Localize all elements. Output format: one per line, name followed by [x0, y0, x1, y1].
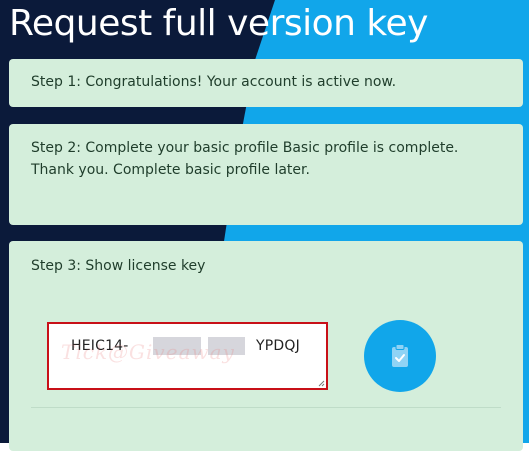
resize-handle-icon[interactable]	[318, 380, 325, 387]
license-key-prefix: HEIC14-	[71, 338, 129, 354]
license-key-suffix: YPDQJ	[256, 338, 300, 354]
step-2-text: Step 2: Complete your basic profile Basi…	[31, 140, 459, 178]
step-2-card: Step 2: Complete your basic profile Basi…	[9, 124, 523, 225]
clipboard-check-icon	[392, 344, 408, 367]
redaction-block	[208, 337, 245, 355]
redaction-block	[153, 337, 201, 355]
step-1-text: Step 1: Congratulations! Your account is…	[31, 74, 397, 90]
copy-license-button[interactable]	[364, 320, 436, 392]
divider	[31, 407, 501, 408]
step-1-card: Step 1: Congratulations! Your account is…	[9, 59, 523, 107]
step-3-card: Step 3: Show license key HEIC14- YPDQJ T…	[9, 241, 523, 451]
page-title: Request full version key	[9, 3, 428, 44]
step-3-text: Step 3: Show license key	[31, 258, 206, 274]
license-key-field[interactable]: HEIC14- YPDQJ Tick@Giveaway	[47, 322, 328, 390]
